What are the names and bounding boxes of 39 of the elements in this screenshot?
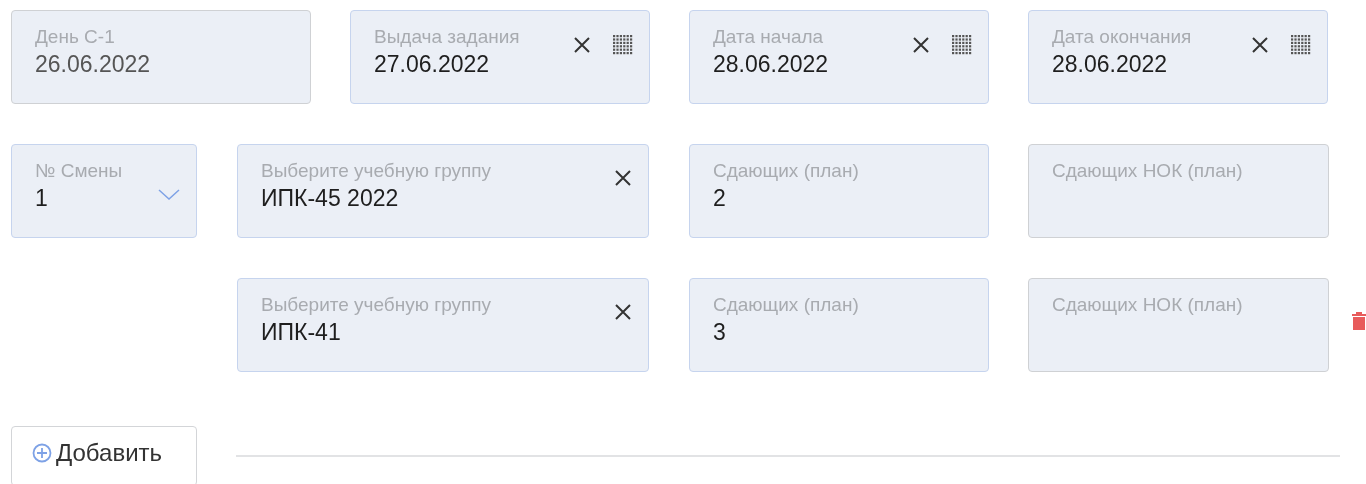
clear-icon[interactable] xyxy=(912,36,930,54)
calendar-icon[interactable] xyxy=(952,35,972,55)
calendar-icon[interactable] xyxy=(1291,35,1311,55)
field-label: Выберите учебную группу xyxy=(261,159,493,183)
field-value: 27.06.2022 xyxy=(374,50,491,79)
field-label: Выдача задания xyxy=(374,25,521,49)
field-value: ИПК-45 2022 xyxy=(261,184,400,213)
field-value: 2 xyxy=(713,184,727,213)
trash-icon[interactable] xyxy=(1352,312,1366,330)
date-field[interactable]: Дата начала 28.06.2022 xyxy=(689,10,989,104)
plus-circle-icon xyxy=(32,443,52,463)
field-label: Сдающих (план) xyxy=(713,293,860,317)
field-label: День С-1 xyxy=(35,25,116,49)
clear-icon[interactable] xyxy=(1251,36,1269,54)
field-label: Дата начала xyxy=(713,25,825,49)
field-value: 26.06.2022 xyxy=(35,50,152,79)
input-field[interactable]: Выберите учебную группу ИПК-45 2022 xyxy=(237,144,649,238)
field-value: 28.06.2022 xyxy=(1052,50,1169,79)
field-value: 1 xyxy=(35,184,49,213)
field-label: Сдающих (план) xyxy=(713,159,860,183)
date-field[interactable]: Дата окончания 28.06.2022 xyxy=(1028,10,1328,104)
field-value: 28.06.2022 xyxy=(713,50,830,79)
input-field[interactable]: Выберите учебную группу ИПК-41 xyxy=(237,278,649,372)
clear-icon[interactable] xyxy=(614,169,632,187)
field-value: 3 xyxy=(713,318,727,347)
field-label: Сдающих НОК (план) xyxy=(1052,293,1244,317)
field-label: Дата окончания xyxy=(1052,25,1193,49)
field-value: ИПК-41 xyxy=(261,318,342,347)
clear-icon[interactable] xyxy=(573,36,591,54)
add-button[interactable]: Добавить xyxy=(11,426,197,484)
field-label: Выберите учебную группу xyxy=(261,293,493,317)
field-label: № Смены xyxy=(35,159,124,183)
input-field[interactable]: Сдающих (план) 3 xyxy=(689,278,989,372)
date-field[interactable]: Выдача задания 27.06.2022 xyxy=(350,10,650,104)
dropdown-field[interactable]: № Смены 1 xyxy=(11,144,197,238)
input-field[interactable]: Сдающих (план) 2 xyxy=(689,144,989,238)
calendar-icon[interactable] xyxy=(613,35,633,55)
field-label: Сдающих НОК (план) xyxy=(1052,159,1244,183)
clear-icon[interactable] xyxy=(614,303,632,321)
